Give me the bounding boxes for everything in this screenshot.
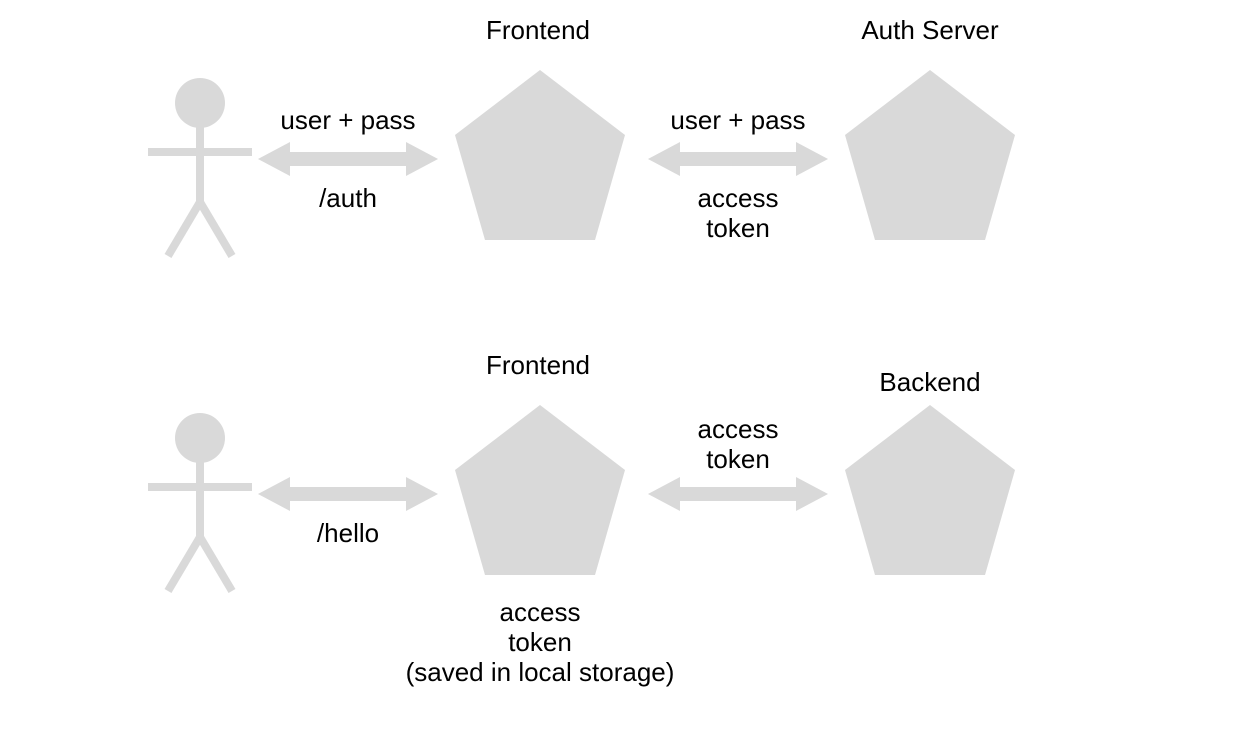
user-actor-icon: [148, 413, 252, 591]
arrow-label-top: user + pass: [258, 106, 438, 136]
authserver-title: Auth Server: [855, 16, 1005, 46]
double-arrow-icon: [258, 142, 438, 176]
arrow-label-top: access token: [648, 415, 828, 475]
arrow-label-bottom: /auth: [258, 184, 438, 214]
frontend-title: Frontend: [478, 351, 598, 381]
backend-title: Backend: [870, 368, 990, 398]
arrow-label-top: user + pass: [648, 106, 828, 136]
frontend-node-icon: [455, 405, 625, 575]
arrow-label-bottom: access token: [648, 184, 828, 244]
frontend-node-icon: [455, 70, 625, 240]
arrow-label-bottom: /hello: [258, 519, 438, 549]
double-arrow-icon: [648, 142, 828, 176]
double-arrow-icon: [258, 477, 438, 511]
frontend-storage-note: access token (saved in local storage): [390, 598, 690, 688]
backend-node-icon: [845, 405, 1015, 575]
double-arrow-icon: [648, 477, 828, 511]
user-actor-icon: [148, 78, 252, 256]
frontend-title: Frontend: [478, 16, 598, 46]
authserver-node-icon: [845, 70, 1015, 240]
